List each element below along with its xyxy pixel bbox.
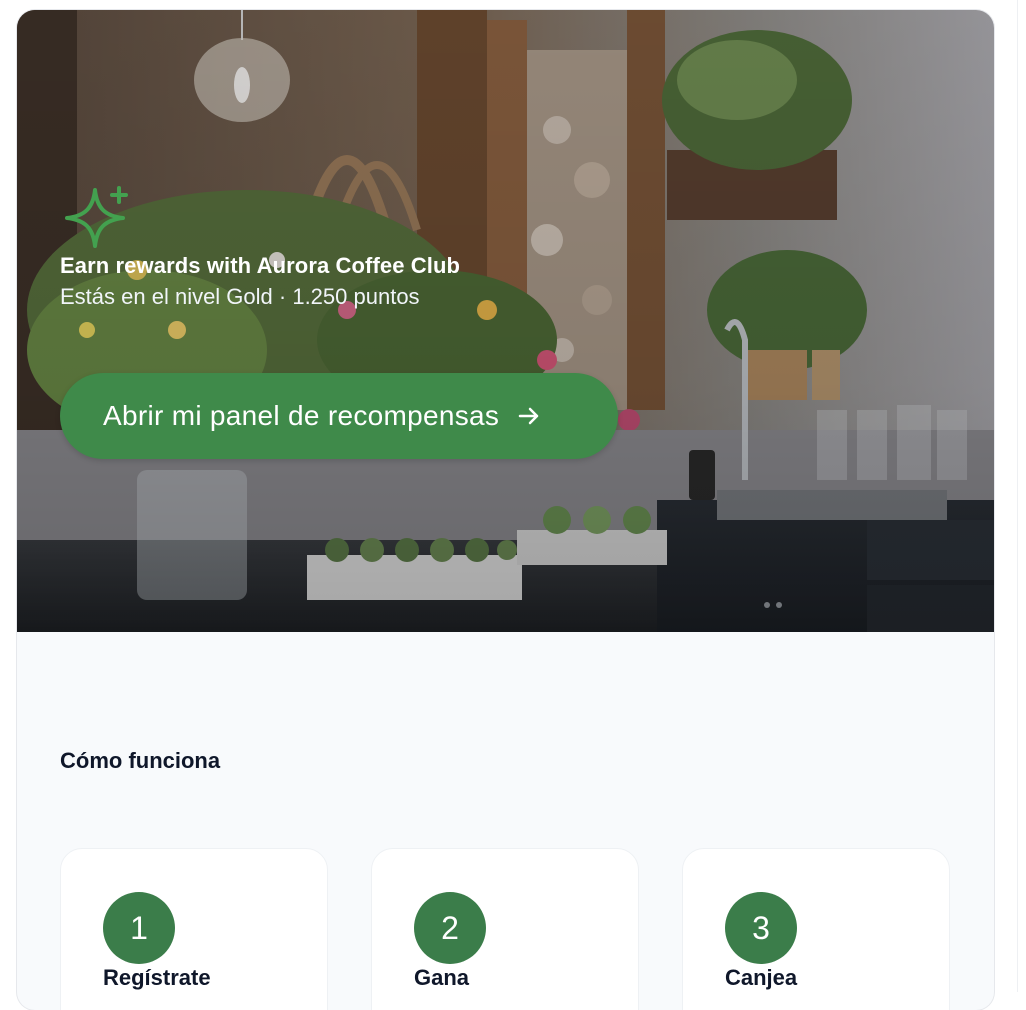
open-rewards-dashboard-button[interactable]: Abrir mi panel de recompensas — [60, 373, 618, 459]
step-card: 1 Regístrate — [60, 848, 328, 1010]
hero-overlay — [17, 10, 994, 632]
scrollbar-track[interactable] — [1017, 0, 1026, 992]
step-number-badge: 2 — [414, 892, 486, 964]
step-label: Regístrate — [103, 965, 211, 990]
cta-label: Abrir mi panel de recompensas — [103, 400, 500, 431]
step-number-badge: 1 — [103, 892, 175, 964]
step-label: Gana — [414, 965, 470, 990]
sparkle-icon — [65, 186, 128, 248]
how-it-works-title: Cómo funciona — [60, 748, 221, 773]
hero-banner: Earn rewards with Aurora Coffee Club Est… — [17, 10, 994, 632]
step-number-badge: 3 — [725, 892, 797, 964]
rewards-card: Earn rewards with Aurora Coffee Club Est… — [17, 10, 994, 1010]
arrow-right-icon — [518, 407, 539, 425]
step-card: 3 Canjea — [682, 848, 950, 1010]
step-card: 2 Gana — [371, 848, 639, 1010]
step-label: Canjea — [725, 965, 798, 990]
hero-title: Earn rewards with Aurora Coffee Club — [60, 253, 461, 278]
tier-status: Estás en el nivel Gold · 1.250 puntos — [60, 284, 420, 309]
